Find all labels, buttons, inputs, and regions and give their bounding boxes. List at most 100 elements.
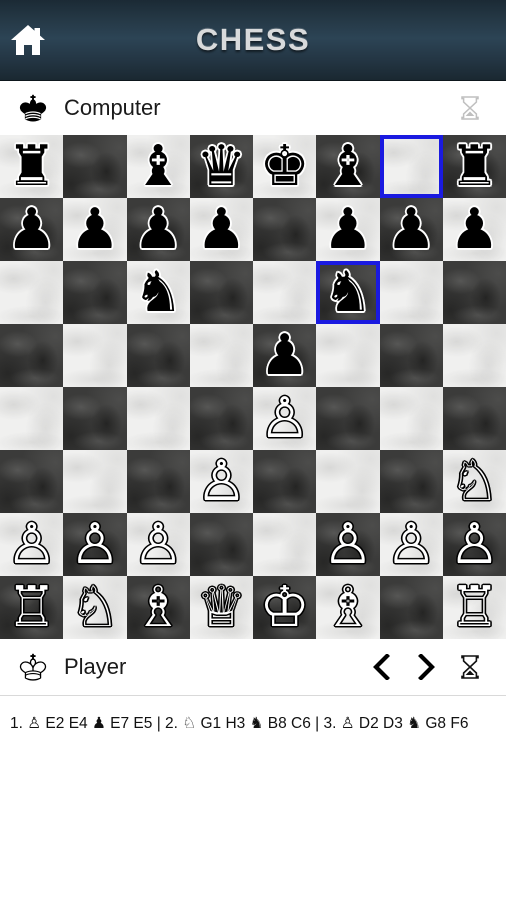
board-square-d1[interactable]: ♕ [189, 576, 253, 639]
white-bishop-piece[interactable]: ♗ [316, 576, 379, 639]
black-pawn-piece[interactable]: ♟ [253, 324, 316, 387]
board-square-a1[interactable]: ♖ [0, 576, 64, 639]
board-square-f7[interactable]: ♟ [316, 198, 380, 261]
board-square-c6[interactable]: ♞ [126, 261, 190, 324]
black-bishop-piece[interactable]: ♝ [127, 135, 190, 198]
board-square-g3[interactable] [379, 450, 443, 513]
white-pawn-piece[interactable]: ♙ [0, 513, 63, 576]
white-queen-piece[interactable]: ♕ [190, 576, 253, 639]
board-square-a8[interactable]: ♜ [0, 135, 64, 198]
board-square-e8[interactable]: ♚ [253, 135, 317, 198]
board-square-h5[interactable] [442, 324, 506, 387]
black-pawn-piece[interactable]: ♟ [190, 198, 253, 261]
white-pawn-piece[interactable]: ♙ [63, 513, 126, 576]
board-square-f8[interactable]: ♝ [316, 135, 380, 198]
board-square-h1[interactable]: ♖ [442, 576, 506, 639]
board-square-b5[interactable] [63, 324, 127, 387]
board-square-e2[interactable] [253, 513, 317, 576]
next-move-button[interactable] [404, 644, 450, 690]
board-square-h2[interactable]: ♙ [442, 513, 506, 576]
board-square-b1[interactable]: ♘ [63, 576, 127, 639]
board-square-h6[interactable] [442, 261, 506, 324]
board-square-f1[interactable]: ♗ [316, 576, 380, 639]
white-knight-piece[interactable]: ♘ [443, 450, 506, 513]
top-player-hourglass-button[interactable] [450, 85, 490, 131]
board-square-g1[interactable] [379, 576, 443, 639]
white-bishop-piece[interactable]: ♗ [127, 576, 190, 639]
board-square-d6[interactable] [189, 261, 253, 324]
board-square-g7[interactable]: ♟ [379, 198, 443, 261]
board-square-e1[interactable]: ♔ [253, 576, 317, 639]
board-square-g6[interactable] [379, 261, 443, 324]
previous-move-button[interactable] [358, 644, 404, 690]
board-square-b7[interactable]: ♟ [63, 198, 127, 261]
board-square-b3[interactable] [63, 450, 127, 513]
board-square-a6[interactable] [0, 261, 64, 324]
board-square-g2[interactable]: ♙ [379, 513, 443, 576]
board-square-a7[interactable]: ♟ [0, 198, 64, 261]
black-king-piece[interactable]: ♚ [253, 135, 316, 198]
board-square-h4[interactable] [442, 387, 506, 450]
board-square-f3[interactable] [316, 450, 380, 513]
black-rook-piece[interactable]: ♜ [443, 135, 506, 198]
board-square-a3[interactable] [0, 450, 64, 513]
board-square-c2[interactable]: ♙ [126, 513, 190, 576]
black-knight-piece[interactable]: ♞ [316, 261, 379, 324]
white-pawn-piece[interactable]: ♙ [253, 387, 316, 450]
board-square-d7[interactable]: ♟ [189, 198, 253, 261]
white-knight-piece[interactable]: ♘ [63, 576, 126, 639]
board-square-c7[interactable]: ♟ [126, 198, 190, 261]
black-pawn-piece[interactable]: ♟ [0, 198, 63, 261]
board-square-h3[interactable]: ♘ [442, 450, 506, 513]
move-history-panel[interactable]: 1. ♙ E2 E4 ♟ E7 E5 | 2. ♘ G1 H3 ♞ B8 C6 … [0, 696, 506, 736]
board-square-a2[interactable]: ♙ [0, 513, 64, 576]
board-square-b6[interactable] [63, 261, 127, 324]
black-knight-piece[interactable]: ♞ [127, 261, 190, 324]
white-pawn-piece[interactable]: ♙ [316, 513, 379, 576]
board-square-e7[interactable] [253, 198, 317, 261]
board-square-e6[interactable] [253, 261, 317, 324]
board-square-b8[interactable] [63, 135, 127, 198]
black-pawn-piece[interactable]: ♟ [63, 198, 126, 261]
bottom-player-hourglass-button[interactable] [450, 644, 490, 690]
white-rook-piece[interactable]: ♖ [443, 576, 506, 639]
board-square-d8[interactable]: ♛ [189, 135, 253, 198]
white-pawn-piece[interactable]: ♙ [127, 513, 190, 576]
board-square-g8[interactable] [379, 135, 443, 198]
board-square-c3[interactable] [126, 450, 190, 513]
white-pawn-piece[interactable]: ♙ [443, 513, 506, 576]
board-square-d2[interactable] [189, 513, 253, 576]
black-queen-piece[interactable]: ♛ [190, 135, 253, 198]
board-square-a4[interactable] [0, 387, 64, 450]
board-square-e3[interactable] [253, 450, 317, 513]
board-square-d3[interactable]: ♙ [189, 450, 253, 513]
board-square-g4[interactable] [379, 387, 443, 450]
board-square-f6[interactable]: ♞ [316, 261, 380, 324]
chess-board[interactable]: ♜ ♝ ♛ ♚ ♝ ♜ ♟ ♟ ♟ ♟ ♟ ♟ ♟ ♞ ♞ ♟ ♙ ♙ ♘ ♙ ♙ ♙ ♙ ♙ ♙ ♖ ♘ ♗ ♕ ♔ ♗ ♖ [0, 135, 506, 639]
black-pawn-piece[interactable]: ♟ [380, 198, 443, 261]
board-square-c5[interactable] [126, 324, 190, 387]
white-pawn-piece[interactable]: ♙ [380, 513, 443, 576]
board-square-e4[interactable]: ♙ [253, 387, 317, 450]
board-square-d5[interactable] [189, 324, 253, 387]
black-rook-piece[interactable]: ♜ [0, 135, 63, 198]
board-square-f5[interactable] [316, 324, 380, 387]
board-square-d4[interactable] [189, 387, 253, 450]
white-king-piece[interactable]: ♔ [253, 576, 316, 639]
black-pawn-piece[interactable]: ♟ [443, 198, 506, 261]
black-bishop-piece[interactable]: ♝ [316, 135, 379, 198]
white-pawn-piece[interactable]: ♙ [190, 450, 253, 513]
black-pawn-piece[interactable]: ♟ [316, 198, 379, 261]
board-square-h7[interactable]: ♟ [442, 198, 506, 261]
board-square-c8[interactable]: ♝ [126, 135, 190, 198]
board-square-c4[interactable] [126, 387, 190, 450]
board-square-a5[interactable] [0, 324, 64, 387]
board-square-f2[interactable]: ♙ [316, 513, 380, 576]
board-square-h8[interactable]: ♜ [442, 135, 506, 198]
board-square-e5[interactable]: ♟ [253, 324, 317, 387]
board-square-f4[interactable] [316, 387, 380, 450]
black-pawn-piece[interactable]: ♟ [127, 198, 190, 261]
board-square-b4[interactable] [63, 387, 127, 450]
home-button[interactable] [0, 0, 56, 81]
board-square-b2[interactable]: ♙ [63, 513, 127, 576]
